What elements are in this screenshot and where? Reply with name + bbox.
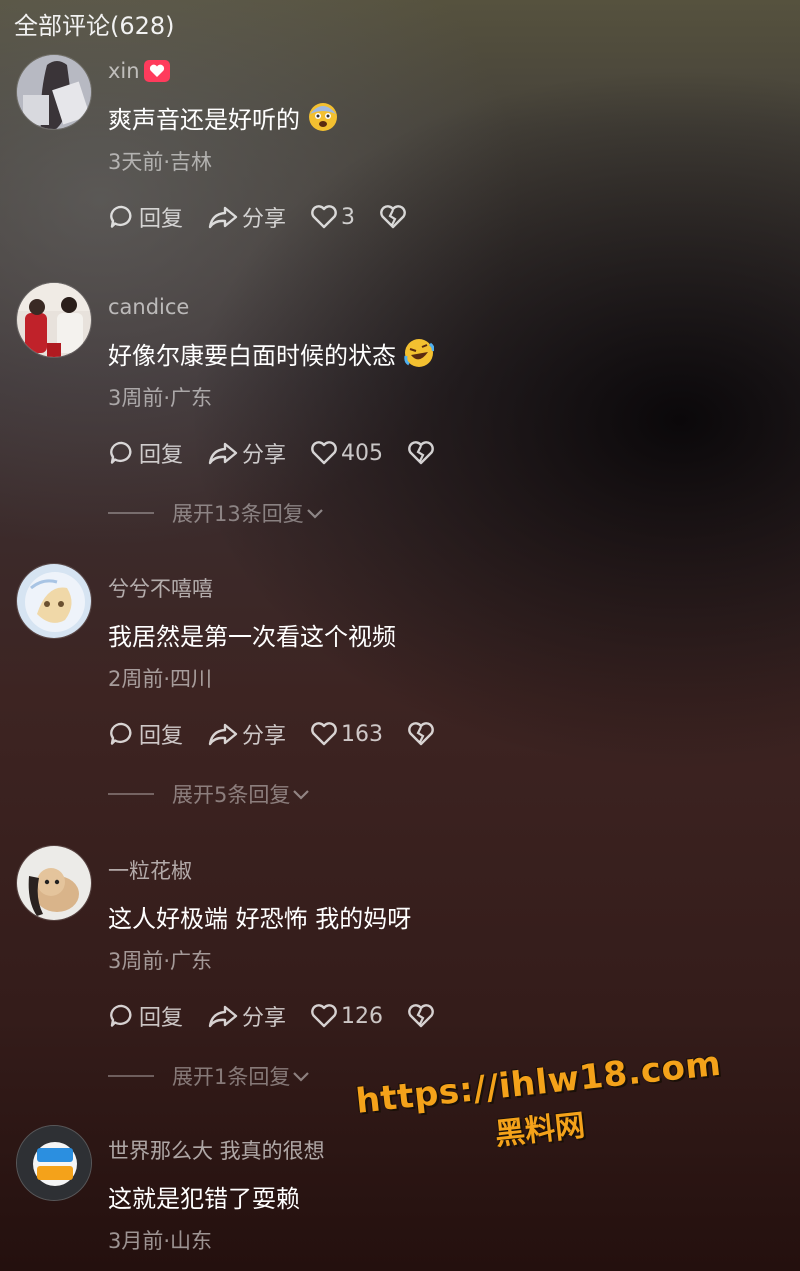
share-arrow-icon bbox=[208, 442, 238, 465]
comment-bubble-icon bbox=[110, 205, 132, 228]
share-arrow-icon bbox=[208, 206, 238, 229]
heart-badge-icon bbox=[143, 60, 170, 82]
comment-meta: 3周前·广东 bbox=[108, 386, 213, 410]
heart-icon bbox=[311, 205, 337, 229]
comment-actions: 回复 分享 3 bbox=[108, 200, 780, 234]
username[interactable]: xin bbox=[108, 56, 780, 86]
share-arrow-icon bbox=[208, 1005, 238, 1028]
broken-heart-icon bbox=[408, 1004, 434, 1028]
avatar[interactable] bbox=[16, 563, 92, 639]
chevron-down-icon bbox=[293, 1072, 310, 1082]
like-count: 3 bbox=[341, 204, 356, 230]
divider bbox=[108, 793, 154, 795]
username[interactable]: 一粒花椒 bbox=[108, 855, 780, 885]
divider bbox=[108, 512, 154, 514]
dislike-button[interactable] bbox=[407, 440, 435, 466]
comment-text: 爽声音还是好听的 bbox=[108, 101, 780, 134]
dislike-button[interactable] bbox=[407, 1003, 435, 1029]
comment-text: 我居然是第一次看这个视频 bbox=[108, 622, 396, 651]
heart-icon bbox=[311, 1004, 337, 1028]
like-count: 163 bbox=[341, 721, 384, 747]
share-button[interactable]: 分享 bbox=[207, 718, 286, 750]
broken-heart-icon bbox=[408, 441, 434, 465]
comment-meta: 2周前·四川 bbox=[108, 667, 213, 691]
avatar[interactable] bbox=[16, 1125, 92, 1201]
reply-button[interactable]: 回复 bbox=[108, 437, 183, 469]
broken-heart-icon bbox=[380, 205, 406, 229]
like-count: 126 bbox=[341, 1003, 384, 1029]
like-button[interactable]: 163 bbox=[310, 721, 383, 747]
dislike-button[interactable] bbox=[407, 721, 435, 747]
chevron-down-icon bbox=[306, 509, 323, 519]
like-button[interactable]: 126 bbox=[310, 1003, 383, 1029]
expand-replies-button[interactable]: 展开5条回复 bbox=[108, 779, 780, 809]
comment-actions: 回复 分享 126 bbox=[108, 999, 780, 1033]
reply-button[interactable]: 回复 bbox=[108, 1000, 183, 1032]
rofl-face-icon bbox=[404, 338, 435, 368]
chevron-down-icon bbox=[293, 790, 310, 800]
comment-text: 这人好极端 好恐怖 我的妈呀 bbox=[108, 904, 412, 933]
comment-meta: 3天前·吉林 bbox=[108, 150, 213, 174]
avatar[interactable] bbox=[16, 54, 92, 130]
comment-text: 这就是犯错了耍赖 bbox=[108, 1184, 300, 1213]
comment-text: 好像尔康要白面时候的状态 bbox=[108, 337, 780, 370]
like-button[interactable]: 405 bbox=[310, 440, 383, 466]
comment-meta: 3月前·山东 bbox=[108, 1229, 213, 1253]
share-button[interactable]: 分享 bbox=[207, 437, 286, 469]
username[interactable]: 兮兮不嘻嘻 bbox=[108, 573, 780, 603]
fearful-face-icon bbox=[308, 102, 338, 132]
reply-button[interactable]: 回复 bbox=[108, 718, 183, 750]
comments-header: 全部评论(628) bbox=[14, 12, 175, 40]
broken-heart-icon bbox=[408, 722, 434, 746]
avatar[interactable] bbox=[16, 845, 92, 921]
avatar[interactable] bbox=[16, 282, 92, 358]
comment-actions: 回复 分享 163 bbox=[108, 717, 780, 751]
comment-bubble-icon bbox=[110, 1004, 132, 1027]
divider bbox=[108, 1075, 154, 1077]
heart-icon bbox=[311, 441, 337, 465]
comment-bubble-icon bbox=[110, 722, 132, 745]
comment-actions: 回复 分享 405 bbox=[108, 436, 780, 470]
like-button[interactable]: 3 bbox=[310, 204, 355, 230]
share-button[interactable]: 分享 bbox=[207, 1000, 286, 1032]
comment-bubble-icon bbox=[110, 441, 132, 464]
username[interactable]: candice bbox=[108, 292, 780, 322]
like-count: 405 bbox=[341, 440, 384, 466]
dislike-button[interactable] bbox=[379, 204, 407, 230]
reply-button[interactable]: 回复 bbox=[108, 201, 183, 233]
heart-icon bbox=[311, 722, 337, 746]
comment-meta: 3周前·广东 bbox=[108, 949, 213, 973]
share-arrow-icon bbox=[208, 723, 238, 746]
expand-replies-button[interactable]: 展开13条回复 bbox=[108, 498, 780, 528]
share-button[interactable]: 分享 bbox=[207, 201, 286, 233]
